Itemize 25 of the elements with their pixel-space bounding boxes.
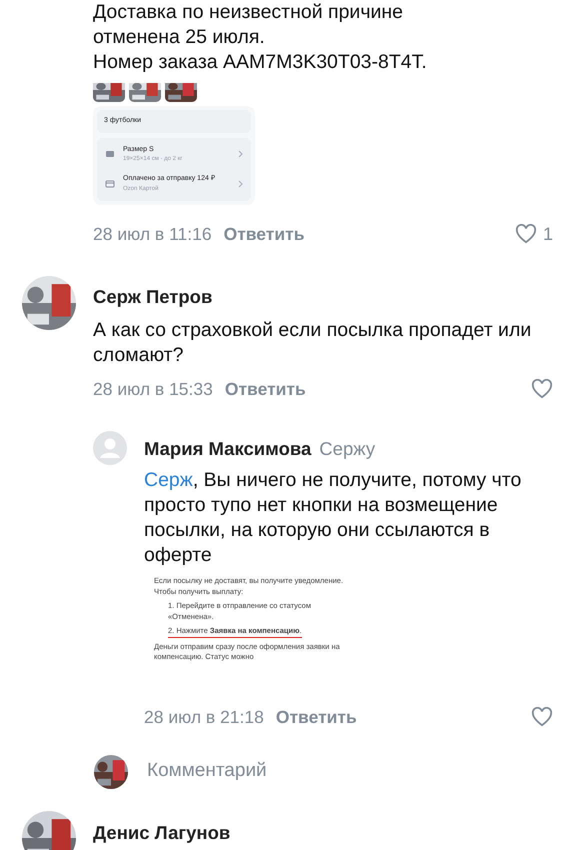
comment-date: 28 июл в 21:18 — [144, 706, 264, 730]
mention-link[interactable]: Серж — [144, 469, 193, 492]
card-icon — [104, 178, 116, 190]
chevron-icon — [238, 180, 244, 188]
comment-field[interactable]: Комментарий — [147, 757, 392, 786]
comment-text: Серж, Вы ничего не получите, потому что просто тупо нет кнопки на возмещение посылки, на которую они ссылаются в оферте — [144, 468, 522, 568]
heart-icon — [531, 379, 553, 400]
reply-link[interactable]: Ответить — [224, 220, 304, 248]
like-button[interactable] — [531, 707, 553, 728]
like-button[interactable] — [531, 379, 553, 400]
comment-text: Доставка по неизвестной причине отменена 25 июля. Номер заказа AAM7M3K30T03-8T4T. — [93, 0, 428, 75]
like-button[interactable]: 1 — [514, 220, 553, 248]
reply-to-label: Сержу — [319, 436, 376, 461]
chevron-icon — [238, 150, 244, 158]
reply-link[interactable]: Ответить — [276, 704, 357, 730]
author-name: Мария Максимова — [144, 436, 312, 461]
heart-icon — [514, 224, 537, 244]
comment-date: 28 июл в 11:16 — [93, 222, 212, 246]
heart-icon — [531, 707, 553, 728]
avatar-icon — [93, 430, 127, 464]
comment-date: 28 июл в 15:33 — [93, 378, 213, 402]
author-name: Денис Лагунов — [93, 820, 230, 845]
author-name: Серж Петров — [93, 284, 214, 309]
comment-text: А как со страховкой если посылка пропадет или сломают? — [93, 318, 532, 368]
reply-link[interactable]: Ответить — [224, 376, 306, 402]
